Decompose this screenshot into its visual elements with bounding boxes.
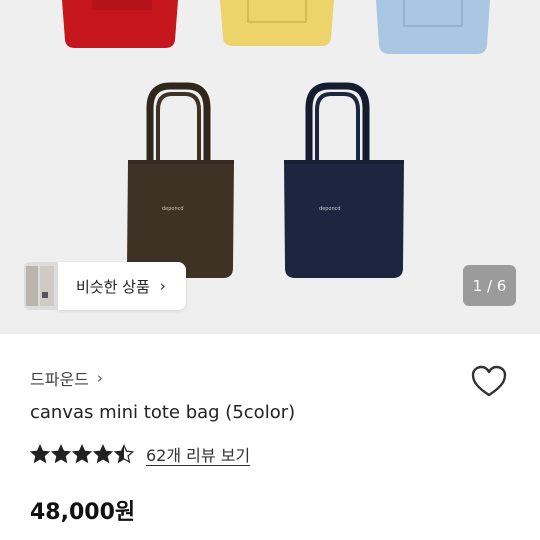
product-image-gallery[interactable]: deponcd deponcd 비슷한 상품 › 1 / 6 xyxy=(0,0,540,334)
rating-row: 62개 리뷰 보기 xyxy=(30,442,250,466)
star-icon xyxy=(114,444,134,464)
image-page-indicator: 1 / 6 xyxy=(463,265,516,306)
star-icon xyxy=(93,444,113,464)
bag-navy-image: deponcd xyxy=(284,82,404,278)
star-icon xyxy=(51,444,71,464)
similar-products-button[interactable]: 비슷한 상품 › xyxy=(58,262,186,310)
similar-products-widget[interactable]: 비슷한 상품 › xyxy=(24,262,194,310)
product-price: 48,000원 xyxy=(30,500,136,525)
heart-outline-icon[interactable] xyxy=(469,362,509,402)
rating-stars xyxy=(30,444,134,464)
review-link[interactable]: 62개 리뷰 보기 xyxy=(146,442,250,466)
seller-name: 드파운드 xyxy=(30,370,89,389)
chevron-right-icon: › xyxy=(159,277,166,295)
bag-yellow-image xyxy=(220,0,334,46)
bag-brown-image: deponcd xyxy=(127,82,234,278)
product-title: canvas mini tote bag (5color) xyxy=(30,402,296,423)
chevron-right-icon: › xyxy=(96,369,103,387)
thumbnail-photo xyxy=(24,262,58,310)
star-icon xyxy=(72,444,92,464)
svg-text:deponcd: deponcd xyxy=(162,206,184,212)
similar-product-thumbnail[interactable] xyxy=(24,262,58,310)
svg-text:deponcd: deponcd xyxy=(319,206,341,212)
star-icon xyxy=(30,444,50,464)
similar-products-label: 비슷한 상품 xyxy=(76,277,150,296)
bag-red-image xyxy=(62,0,178,48)
seller-link[interactable]: 드파운드 › xyxy=(30,366,103,390)
bag-lightblue-image xyxy=(376,0,490,54)
